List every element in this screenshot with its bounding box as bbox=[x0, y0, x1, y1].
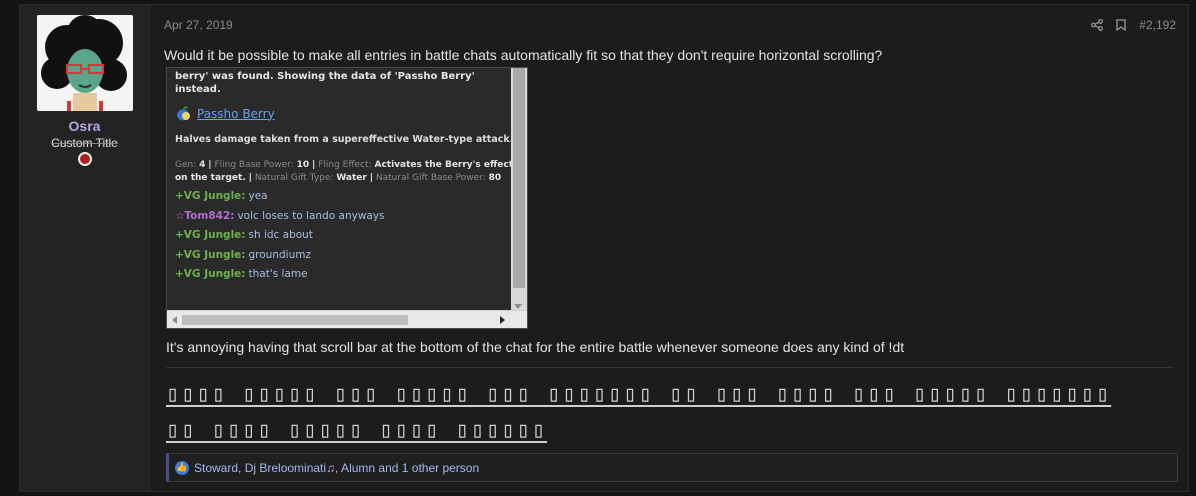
post-actions: #2,192 bbox=[1091, 18, 1176, 32]
vertical-scroll-thumb[interactable] bbox=[513, 68, 525, 288]
avatar-image bbox=[36, 15, 133, 111]
avatar[interactable] bbox=[36, 15, 133, 111]
chat-user[interactable]: +VG Jungle: bbox=[175, 190, 246, 202]
chat-text: sh idc about bbox=[248, 229, 313, 242]
stat-gift-power-value: 80 bbox=[488, 172, 502, 183]
post-content: Apr 27, 2019 #2,192 Would it be possible… bbox=[150, 5, 1188, 491]
stat-fling-effect-label: Fling Effect: bbox=[318, 159, 372, 170]
chat-message: +VG Jungle: that's lame bbox=[175, 268, 515, 282]
stat-gift-type-label: Natural Gift Type: bbox=[254, 172, 334, 183]
chat-text: volc loses to lando anyways bbox=[237, 209, 385, 222]
chat-message: +VG Jungle: yea bbox=[175, 190, 515, 204]
chat-intro-line-2: instead. bbox=[175, 83, 221, 95]
chat-message: +VG Jungle: groundiumz bbox=[175, 249, 515, 263]
item-description: Halves damage taken from a supereffectiv… bbox=[175, 134, 514, 145]
scroll-right-arrow-icon[interactable] bbox=[500, 316, 505, 324]
signature[interactable]: ▯▯▯▯ ▯▯▯▯▯ ▯▯▯ ▯▯▯▯▯ ▯▯▯ ▯▯▯▯▯▯▯ ▯▯ ▯▯▯ … bbox=[166, 377, 1156, 449]
chat-user[interactable]: +VG Jungle: bbox=[175, 229, 246, 241]
horizontal-scrollbar[interactable] bbox=[167, 310, 527, 328]
chat-text: groundiumz bbox=[248, 248, 311, 261]
post-number[interactable]: #2,192 bbox=[1139, 18, 1176, 32]
chat-text: that's lame bbox=[248, 268, 308, 281]
item-row: Passho Berry bbox=[175, 106, 515, 122]
scroll-down-arrow-icon[interactable] bbox=[514, 304, 522, 309]
forum-post: Osra Custom Title Apr 27, 2019 #2,192 Wo… bbox=[19, 4, 1189, 492]
chat-message: +VG Jungle: sh idc about bbox=[175, 229, 515, 243]
stat-fling-power-label: Fling Base Power: bbox=[214, 159, 294, 170]
chat-user[interactable]: +VG Jungle: bbox=[175, 249, 246, 261]
chat-log: berry' was found. Showing the data of 'P… bbox=[175, 71, 515, 282]
user-info-panel: Osra Custom Title bbox=[20, 5, 150, 491]
like-icon: 👍 bbox=[175, 460, 189, 475]
post-text-2: It's annoying having that scroll bar at … bbox=[166, 339, 905, 355]
horizontal-scroll-thumb[interactable] bbox=[182, 315, 408, 325]
chat-intro-line-1: berry' was found. Showing the data of 'P… bbox=[175, 71, 475, 82]
reactions-bar: 👍 Stoward, Dj Breloominati♫, Alumn and 1… bbox=[166, 453, 1178, 482]
stat-gift-power-label: Natural Gift Base Power: bbox=[375, 172, 486, 183]
chat-message: ☆Tom842: volc loses to lando anyways bbox=[175, 210, 515, 224]
user-badge-icon bbox=[77, 152, 92, 166]
bookmark-icon[interactable] bbox=[1116, 19, 1126, 31]
stat-gen-value: 4 bbox=[199, 159, 206, 170]
stat-gift-type-value: Water bbox=[336, 172, 367, 183]
post-text-1: Would it be possible to make all entries… bbox=[164, 47, 883, 63]
stat-gen-label: Gen: bbox=[175, 159, 197, 170]
chat-user[interactable]: +VG Jungle: bbox=[175, 268, 246, 280]
berry-icon bbox=[175, 106, 193, 122]
chat-user[interactable]: ☆Tom842: bbox=[175, 210, 234, 222]
stat-fling-power-value: 10 bbox=[296, 159, 310, 170]
reactions-text[interactable]: Stoward, Dj Breloominati♫, Alumn and 1 o… bbox=[194, 461, 479, 475]
chat-text: yea bbox=[248, 190, 268, 203]
signature-divider bbox=[166, 367, 1174, 368]
scroll-left-arrow-icon[interactable] bbox=[172, 316, 177, 324]
username[interactable]: Osra bbox=[69, 118, 101, 134]
vertical-scrollbar[interactable] bbox=[511, 68, 527, 311]
item-link[interactable]: Passho Berry bbox=[197, 107, 275, 122]
post-header: Apr 27, 2019 #2,192 bbox=[164, 15, 1176, 35]
user-title: Custom Title bbox=[51, 136, 118, 150]
item-stats: Gen: 4 | Fling Base Power: 10 | Fling Ef… bbox=[175, 159, 514, 183]
chat-screenshot: berry' was found. Showing the data of 'P… bbox=[166, 67, 528, 329]
post-date[interactable]: Apr 27, 2019 bbox=[164, 18, 233, 32]
share-icon[interactable] bbox=[1091, 19, 1104, 31]
